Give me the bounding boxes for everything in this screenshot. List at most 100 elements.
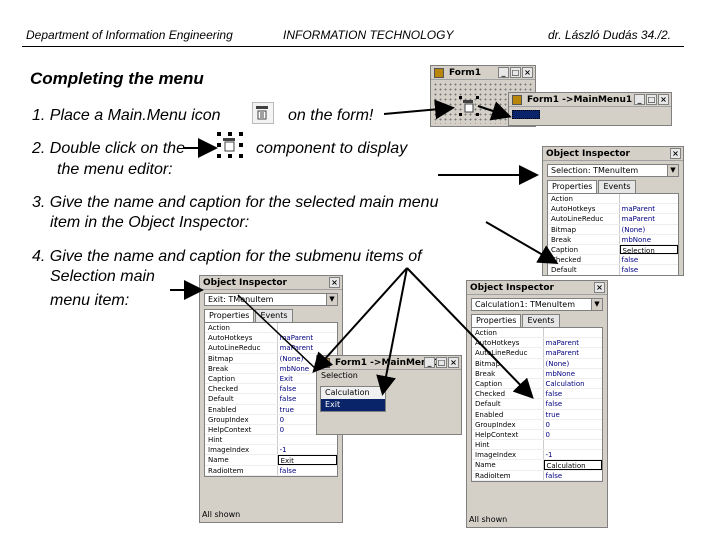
property-row[interactable]: Action: [472, 328, 603, 339]
chevron-down-icon[interactable]: ▼: [667, 165, 678, 176]
property-value[interactable]: false: [544, 471, 603, 480]
oi-object-selector[interactable]: Calculation1: TMenuItem ▼: [471, 298, 603, 311]
property-row[interactable]: AutoLineReduc maParent: [472, 348, 603, 359]
property-row[interactable]: RadioItem false: [472, 470, 603, 481]
property-row[interactable]: Action: [205, 323, 337, 334]
property-value[interactable]: [544, 440, 603, 449]
property-row[interactable]: Action: [548, 194, 679, 205]
close-button[interactable]: ×: [670, 148, 681, 159]
property-value[interactable]: [620, 194, 679, 203]
property-value[interactable]: 0: [544, 430, 603, 439]
property-row[interactable]: HelpContext 0: [472, 429, 603, 441]
maximize-button[interactable]: □: [646, 94, 657, 105]
property-value[interactable]: maParent: [620, 214, 679, 223]
property-row[interactable]: AutoHotkeys maParent: [205, 333, 337, 344]
property-value[interactable]: (None): [620, 225, 679, 234]
maximize-button[interactable]: □: [510, 67, 521, 78]
property-row[interactable]: AutoLineReduc maParent: [205, 343, 337, 354]
property-value[interactable]: -1: [544, 450, 603, 459]
property-row[interactable]: AutoHotkeys maParent: [472, 338, 603, 349]
mainmenu-component-icon[interactable]: [459, 96, 479, 116]
property-row[interactable]: Caption Calculation: [472, 378, 603, 390]
property-value[interactable]: [278, 323, 337, 332]
oi-titlebar[interactable]: Object Inspector ×: [467, 281, 607, 295]
menu-bar-selection[interactable]: Selection: [317, 370, 461, 382]
menu-item-calculation[interactable]: Calculation: [321, 387, 385, 399]
chevron-down-icon[interactable]: ▼: [326, 294, 337, 305]
oi-titlebar[interactable]: Object Inspector ×: [543, 147, 683, 161]
property-value[interactable]: Calculation: [543, 460, 602, 470]
tab-events[interactable]: Events: [255, 309, 293, 322]
property-value[interactable]: Calculation: [544, 379, 603, 388]
property-row[interactable]: Caption Selection: [548, 244, 678, 256]
menu-item-exit[interactable]: Exit: [321, 399, 385, 411]
oi-property-grid[interactable]: Action AutoHotkeys maParent AutoLineReduc ma…: [547, 193, 679, 277]
oi-object-selector[interactable]: Exit: TMenuItem ▼: [204, 293, 338, 306]
property-row[interactable]: GroupIndex 0: [472, 419, 603, 430]
property-value[interactable]: maParent: [278, 343, 337, 352]
property-row[interactable]: AutoLineReduc maParent: [548, 214, 679, 225]
object-inspector-calculation[interactable]: Object Inspector × Calculation1: TMenuIt…: [466, 280, 608, 528]
property-value[interactable]: false: [278, 466, 337, 475]
property-value[interactable]: -1: [278, 445, 337, 454]
minimize-button[interactable]: _: [634, 94, 645, 105]
property-value[interactable]: true: [620, 276, 679, 277]
close-button[interactable]: ×: [329, 277, 340, 288]
property-row[interactable]: Default false: [548, 265, 678, 275]
property-value[interactable]: false: [620, 265, 679, 274]
property-row[interactable]: Enabledtrue: [472, 409, 603, 420]
tab-properties[interactable]: Properties: [471, 314, 522, 327]
tab-properties[interactable]: Properties: [547, 180, 598, 193]
oi-titlebar[interactable]: Object Inspector ×: [200, 276, 342, 290]
property-value[interactable]: (None): [544, 359, 603, 368]
property-row[interactable]: Break mbNone: [548, 234, 678, 245]
menu-editor-window-bottom[interactable]: Form1 ->MainMenu1 _ □ × Selection Calcul…: [316, 355, 462, 435]
close-button[interactable]: ×: [448, 357, 459, 368]
menu-editor-window-top[interactable]: Form1 ->MainMenu1 _ □ ×: [508, 92, 672, 126]
empty-menu-slot[interactable]: [512, 110, 540, 119]
property-value[interactable]: false: [620, 255, 679, 264]
property-value[interactable]: maParent: [278, 333, 337, 342]
property-value[interactable]: maParent: [544, 348, 603, 357]
property-row[interactable]: Enabledtrue: [548, 276, 678, 277]
property-row[interactable]: Checked false: [472, 389, 603, 400]
property-value[interactable]: 0: [544, 420, 603, 429]
property-value[interactable]: true: [544, 410, 603, 419]
property-value[interactable]: Selection: [619, 244, 678, 255]
property-value[interactable]: maParent: [620, 204, 679, 213]
tab-events[interactable]: Events: [522, 314, 560, 327]
close-button[interactable]: ×: [658, 94, 669, 105]
property-value[interactable]: [278, 435, 337, 444]
property-row[interactable]: Default false: [472, 399, 602, 410]
property-row[interactable]: Name Calculation: [472, 460, 602, 471]
property-row[interactable]: RadioItem false: [205, 465, 337, 476]
menu-editor-titlebar-bottom[interactable]: Form1 ->MainMenu1 _ □ ×: [317, 356, 461, 370]
property-row[interactable]: Name Exit: [205, 455, 337, 466]
menu-editor-titlebar-top[interactable]: Form1 ->MainMenu1 _ □ ×: [509, 93, 671, 107]
oi-property-grid[interactable]: Action AutoHotkeys maParent AutoLineReduc ma…: [471, 327, 603, 482]
property-value[interactable]: [544, 328, 603, 337]
chevron-down-icon[interactable]: ▼: [591, 299, 602, 310]
submenu-dropdown[interactable]: Calculation Exit: [320, 386, 386, 412]
property-row[interactable]: Checked false: [548, 255, 679, 266]
minimize-button[interactable]: _: [498, 67, 509, 78]
property-row[interactable]: AutoHotkeys maParent: [548, 204, 679, 215]
property-value[interactable]: maParent: [544, 338, 603, 347]
tab-events[interactable]: Events: [598, 180, 636, 193]
property-row[interactable]: Break mbNone: [472, 368, 602, 379]
close-button[interactable]: ×: [522, 67, 533, 78]
tab-properties[interactable]: Properties: [204, 309, 255, 322]
maximize-button[interactable]: □: [436, 357, 447, 368]
minimize-button[interactable]: _: [424, 357, 435, 368]
property-value[interactable]: Exit: [277, 455, 337, 465]
oi-object-selector[interactable]: Selection: TMenuItem ▼: [547, 164, 679, 177]
property-row[interactable]: ImageIndex -1: [205, 445, 337, 456]
object-inspector-selection[interactable]: Object Inspector × Selection: TMenuItem …: [542, 146, 684, 276]
form1-titlebar[interactable]: Form1 _ □ ×: [431, 66, 535, 80]
property-row[interactable]: Bitmap (None): [472, 358, 603, 369]
property-row[interactable]: Hint: [472, 440, 603, 451]
property-row[interactable]: Hint: [205, 435, 337, 446]
close-button[interactable]: ×: [594, 282, 605, 293]
property-row[interactable]: ImageIndex -1: [472, 450, 603, 461]
property-value[interactable]: false: [544, 389, 603, 398]
